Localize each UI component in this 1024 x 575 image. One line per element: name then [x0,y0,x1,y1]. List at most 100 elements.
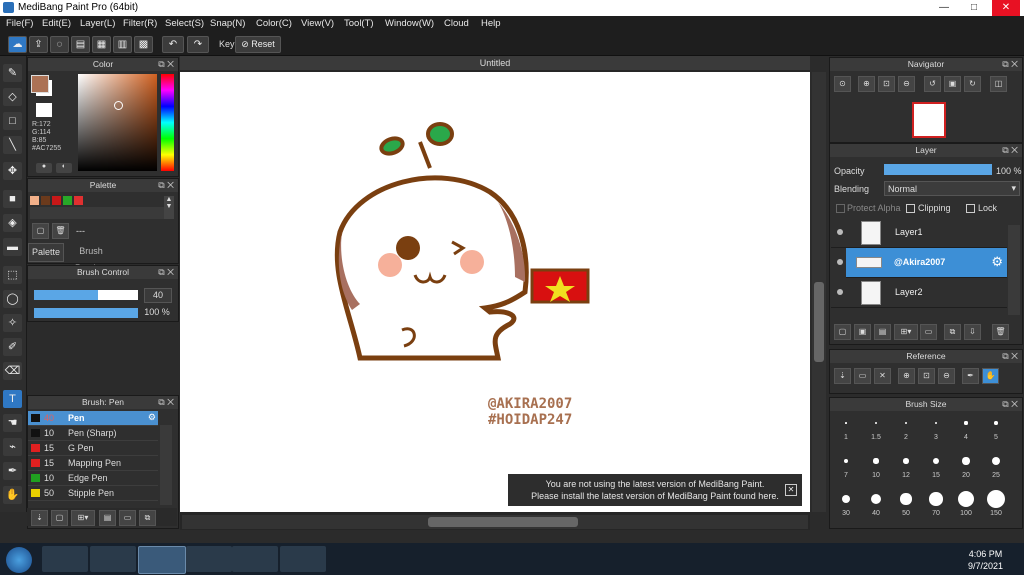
reference-dropper-icon[interactable]: ✒ [962,368,979,384]
layer-row[interactable]: Layer2 [831,278,1007,308]
brush-size-option[interactable]: 12 [892,450,920,479]
menu-file[interactable]: File(F) [6,18,33,29]
menu-window[interactable]: Window(W) [385,18,434,29]
image-icon[interactable]: ▥ [113,36,132,53]
new-brush-icon[interactable]: ▢ [51,510,68,526]
fullscreen-icon[interactable]: ▣ [944,76,961,92]
taskbar-zalo[interactable] [280,546,326,572]
share-icon[interactable]: ⇪ [29,36,48,53]
update-notice[interactable]: You are not using the latest version of … [508,474,802,506]
new-layer-icon[interactable]: ▢ [834,324,851,340]
document-icon[interactable]: ▦ [92,36,111,53]
reference-cloud-icon[interactable]: ⇣ [834,368,851,384]
menu-layer[interactable]: Layer(L) [80,18,115,29]
panel-controls-icon[interactable]: ⧉ ✕ [1002,144,1018,157]
undo-icon[interactable]: ↶ [162,36,184,53]
menu-view[interactable]: View(V) [301,18,334,29]
brush-size-option[interactable]: 4 [952,412,980,441]
maximize-button[interactable]: □ [960,0,988,16]
color-swap-button[interactable]: ◐ [56,163,72,173]
menu-cloud[interactable]: Cloud [444,18,469,29]
brush-item[interactable]: 40 Pen ⚙ [28,411,158,426]
rotate-left-icon[interactable]: ↺ [924,76,941,92]
clock[interactable]: 4:06 PM 9/7/2021 [968,548,1003,572]
delete-palette-icon[interactable]: 🗑 [52,223,69,239]
gear-icon[interactable]: ⚙ [991,254,1003,270]
brush-item[interactable]: 15 G Pen [28,441,158,456]
comment-icon[interactable]: ▤ [71,36,90,53]
brush-size-option[interactable]: 1.5 [862,412,890,441]
move-icon[interactable]: ✥ [3,162,22,180]
brush-item[interactable]: 10 Edge Pen [28,471,158,486]
duplicate-layer-icon[interactable]: ⧉ [944,324,961,340]
lasso-icon[interactable]: ◯ [3,290,22,308]
brush-size-option[interactable]: 10 [862,450,890,479]
menu-edit[interactable]: Edit(E) [42,18,71,29]
dropper-icon[interactable]: ⌁ [3,438,22,456]
brush-size-slider[interactable] [34,290,138,300]
palette-swatch[interactable] [30,196,39,205]
gradient-icon[interactable]: ▬ [3,238,22,256]
brush-icon[interactable]: ✎ [3,64,22,82]
saturation-value-picker[interactable] [78,74,157,171]
brush-list-scrollbar[interactable] [160,425,172,505]
line-icon[interactable]: ╲ [3,136,22,154]
zoom-out-icon[interactable]: ⊖ [898,76,915,92]
layer-row[interactable]: Layer1 [831,218,1007,248]
menu-color[interactable]: Color(C) [256,18,292,29]
visibility-icon[interactable] [837,229,843,235]
minimize-button[interactable]: — [930,0,958,16]
grid-icon[interactable]: ▩ [134,36,153,53]
canvas-tab[interactable]: Untitled [180,56,810,70]
brush-settings-icon[interactable]: ▤ [99,510,116,526]
reference-fit-icon[interactable]: ⊡ [918,368,935,384]
brush-size-option[interactable]: 25 [982,450,1010,479]
brush-size-option[interactable]: 20 [952,450,980,479]
flip-icon[interactable]: ◫ [990,76,1007,92]
foreground-color-swatch[interactable] [31,75,49,93]
folder-icon[interactable]: ▭ [119,510,136,526]
duplicate-icon[interactable]: ⧉ [139,510,156,526]
text-icon[interactable]: T [3,390,22,408]
reference-zoom-in-icon[interactable]: ⊕ [898,368,915,384]
tab-brush-preview[interactable]: Brush Preview [64,243,118,273]
new-palette-icon[interactable]: ▢ [32,223,49,239]
new-1bit-layer-icon[interactable]: ▤ [874,324,891,340]
brush-size-value[interactable]: 40 [144,288,172,303]
zoom-in-icon[interactable]: ⊕ [858,76,875,92]
blending-select[interactable]: Normal ▾ [884,181,1020,196]
hue-slider[interactable] [161,74,174,171]
panel-controls-icon[interactable]: ⧉ ✕ [158,58,174,71]
brush-size-option[interactable]: 1 [832,412,860,441]
brush-size-option[interactable]: 50 [892,488,920,517]
menu-help[interactable]: Help [481,18,501,29]
menu-filter[interactable]: Filter(R) [123,18,157,29]
taskbar-chrome[interactable] [138,546,186,574]
scrollbar-thumb[interactable] [428,517,578,527]
chat-icon[interactable]: ◌ [50,36,69,53]
rectangle-icon[interactable]: □ [3,112,22,130]
palette-swatch[interactable] [41,196,50,205]
operation-icon[interactable]: ☚ [3,414,22,432]
brush-item[interactable]: 10 Pen (Sharp) [28,426,158,441]
lock-checkbox[interactable] [966,204,975,213]
palette-swatch[interactable] [52,196,61,205]
reference-close-icon[interactable]: ✕ [874,368,891,384]
brush-size-option[interactable]: 30 [832,488,860,517]
brush-size-option[interactable]: 40 [862,488,890,517]
select-pen-icon[interactable]: ✐ [3,338,22,356]
brush-size-option[interactable]: 2 [892,412,920,441]
taskbar-coccoc[interactable] [232,546,278,572]
panel-controls-icon[interactable]: ⧉ ✕ [1002,398,1018,411]
eraser-icon[interactable]: ◇ [3,88,22,106]
reference-zoom-out-icon[interactable]: ⊖ [938,368,955,384]
add-brush-icon[interactable]: ⊞▾ [71,510,95,526]
merge-down-icon[interactable]: ⇩ [964,324,981,340]
taskbar-media-player[interactable] [42,546,88,572]
brush-size-option[interactable]: 150 [982,488,1010,517]
gear-icon[interactable]: ⚙ [148,412,156,423]
panel-controls-icon[interactable]: ⧉ ✕ [158,396,174,409]
start-button[interactable] [6,547,32,573]
palette-scrollbar[interactable]: ▲ ▼ [164,196,174,219]
brush-opacity-slider[interactable] [34,308,138,318]
